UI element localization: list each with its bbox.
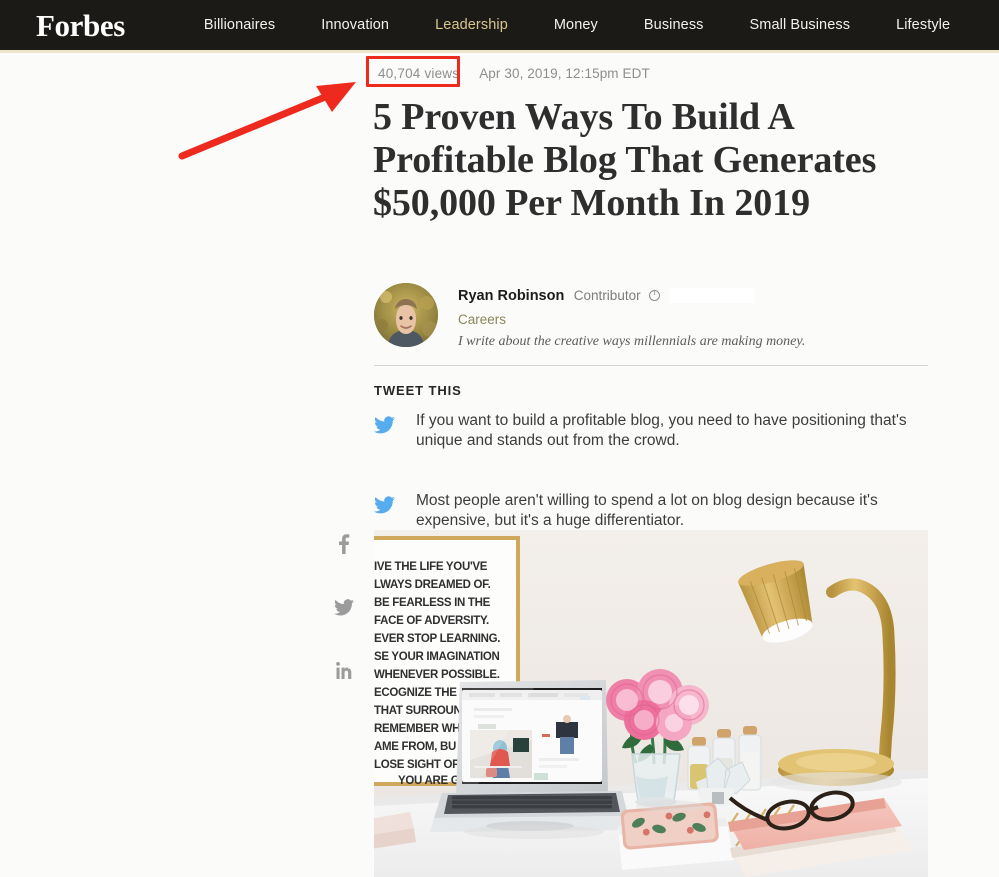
article-meta: 40,704 views Apr 30, 2019, 12:15pm EDT	[374, 62, 650, 84]
author-bio: I write about the creative ways millenni…	[458, 334, 806, 349]
share-twitter-button[interactable]	[330, 593, 358, 621]
avatar[interactable]	[374, 283, 438, 347]
svg-text:IVE THE LIFE YOU'VE: IVE THE LIFE YOU'VE	[374, 561, 488, 573]
nav-item-money[interactable]: Money	[531, 17, 621, 33]
site-header: Forbes Billionaires Innovation Leadershi…	[0, 0, 999, 50]
forbes-article-page: Forbes Billionaires Innovation Leadershi…	[0, 0, 999, 877]
svg-text:FACE OF ADVERSITY.: FACE OF ADVERSITY.	[374, 615, 489, 627]
author-name[interactable]: Ryan Robinson	[458, 288, 564, 304]
svg-text:AME FROM, BU: AME FROM, BU	[374, 741, 456, 753]
nav-item-leadership[interactable]: Leadership	[412, 17, 531, 33]
article-hero-image: IVE THE LIFE YOU'VE LWAYS DREAMED OF. BE…	[374, 530, 928, 877]
svg-text:LOSE SIGHT OF: LOSE SIGHT OF	[374, 759, 459, 771]
byline-primary-line: Ryan Robinson Contributor	[458, 287, 805, 305]
nav-item-business[interactable]: Business	[621, 17, 727, 33]
byline-divider	[374, 365, 928, 366]
tweet-this-heading: TWEET THIS	[374, 383, 462, 398]
svg-text:LWAYS DREAMED OF.: LWAYS DREAMED OF.	[374, 579, 491, 591]
author-role: Contributor	[573, 288, 641, 303]
laptop	[430, 680, 630, 832]
nav-item-innovation[interactable]: Innovation	[298, 17, 412, 33]
byline-text: Ryan Robinson Contributor Careers I writ…	[458, 287, 805, 350]
svg-text:BE FEARLESS IN THE: BE FEARLESS IN THE	[374, 597, 491, 609]
twitter-icon	[374, 491, 416, 514]
phone-on-book	[618, 802, 734, 870]
nav-item-small-business[interactable]: Small Business	[727, 17, 874, 33]
forbes-logo[interactable]: Forbes	[36, 10, 125, 41]
svg-text:WHENEVER POSSIBLE.: WHENEVER POSSIBLE.	[374, 669, 500, 681]
primary-nav: Billionaires Innovation Leadership Money…	[181, 17, 973, 33]
tweet-quote-text[interactable]: Most people aren't willing to spend a lo…	[416, 491, 916, 531]
share-linkedin-button[interactable]	[330, 656, 358, 684]
author-topic-link[interactable]: Careers	[458, 312, 805, 327]
nav-item-billionaires[interactable]: Billionaires	[181, 17, 298, 33]
header-accent-rule	[0, 50, 999, 53]
svg-text:THAT SURROUN: THAT SURROUN	[374, 705, 462, 717]
page-title: 5 Proven Ways To Build A Profitable Blog…	[373, 96, 877, 224]
annotation-arrow-icon	[178, 82, 356, 160]
twitter-icon	[374, 411, 416, 434]
view-count: 40,704 views	[378, 65, 460, 81]
info-icon[interactable]	[649, 288, 661, 301]
redacted-chip	[668, 288, 755, 304]
share-rail	[330, 530, 358, 719]
svg-text:EVER STOP LEARNING.: EVER STOP LEARNING.	[374, 633, 500, 645]
nav-item-lifestyle[interactable]: Lifestyle	[873, 17, 973, 33]
publish-date: Apr 30, 2019, 12:15pm EDT	[479, 65, 650, 81]
svg-text:SE YOUR IMAGINATION: SE YOUR IMAGINATION	[374, 651, 500, 663]
tweet-quote-row[interactable]: If you want to build a profitable blog, …	[374, 411, 930, 451]
hero-illustration: IVE THE LIFE YOU'VE LWAYS DREAMED OF. BE…	[374, 530, 928, 877]
author-byline: Ryan Robinson Contributor Careers I writ…	[374, 283, 930, 351]
share-facebook-button[interactable]	[330, 530, 358, 558]
svg-text:REMEMBER WHI: REMEMBER WHI	[374, 723, 463, 735]
tweet-quote-row[interactable]: Most people aren't willing to spend a lo…	[374, 491, 930, 531]
tweet-quote-text[interactable]: If you want to build a profitable blog, …	[416, 411, 916, 451]
